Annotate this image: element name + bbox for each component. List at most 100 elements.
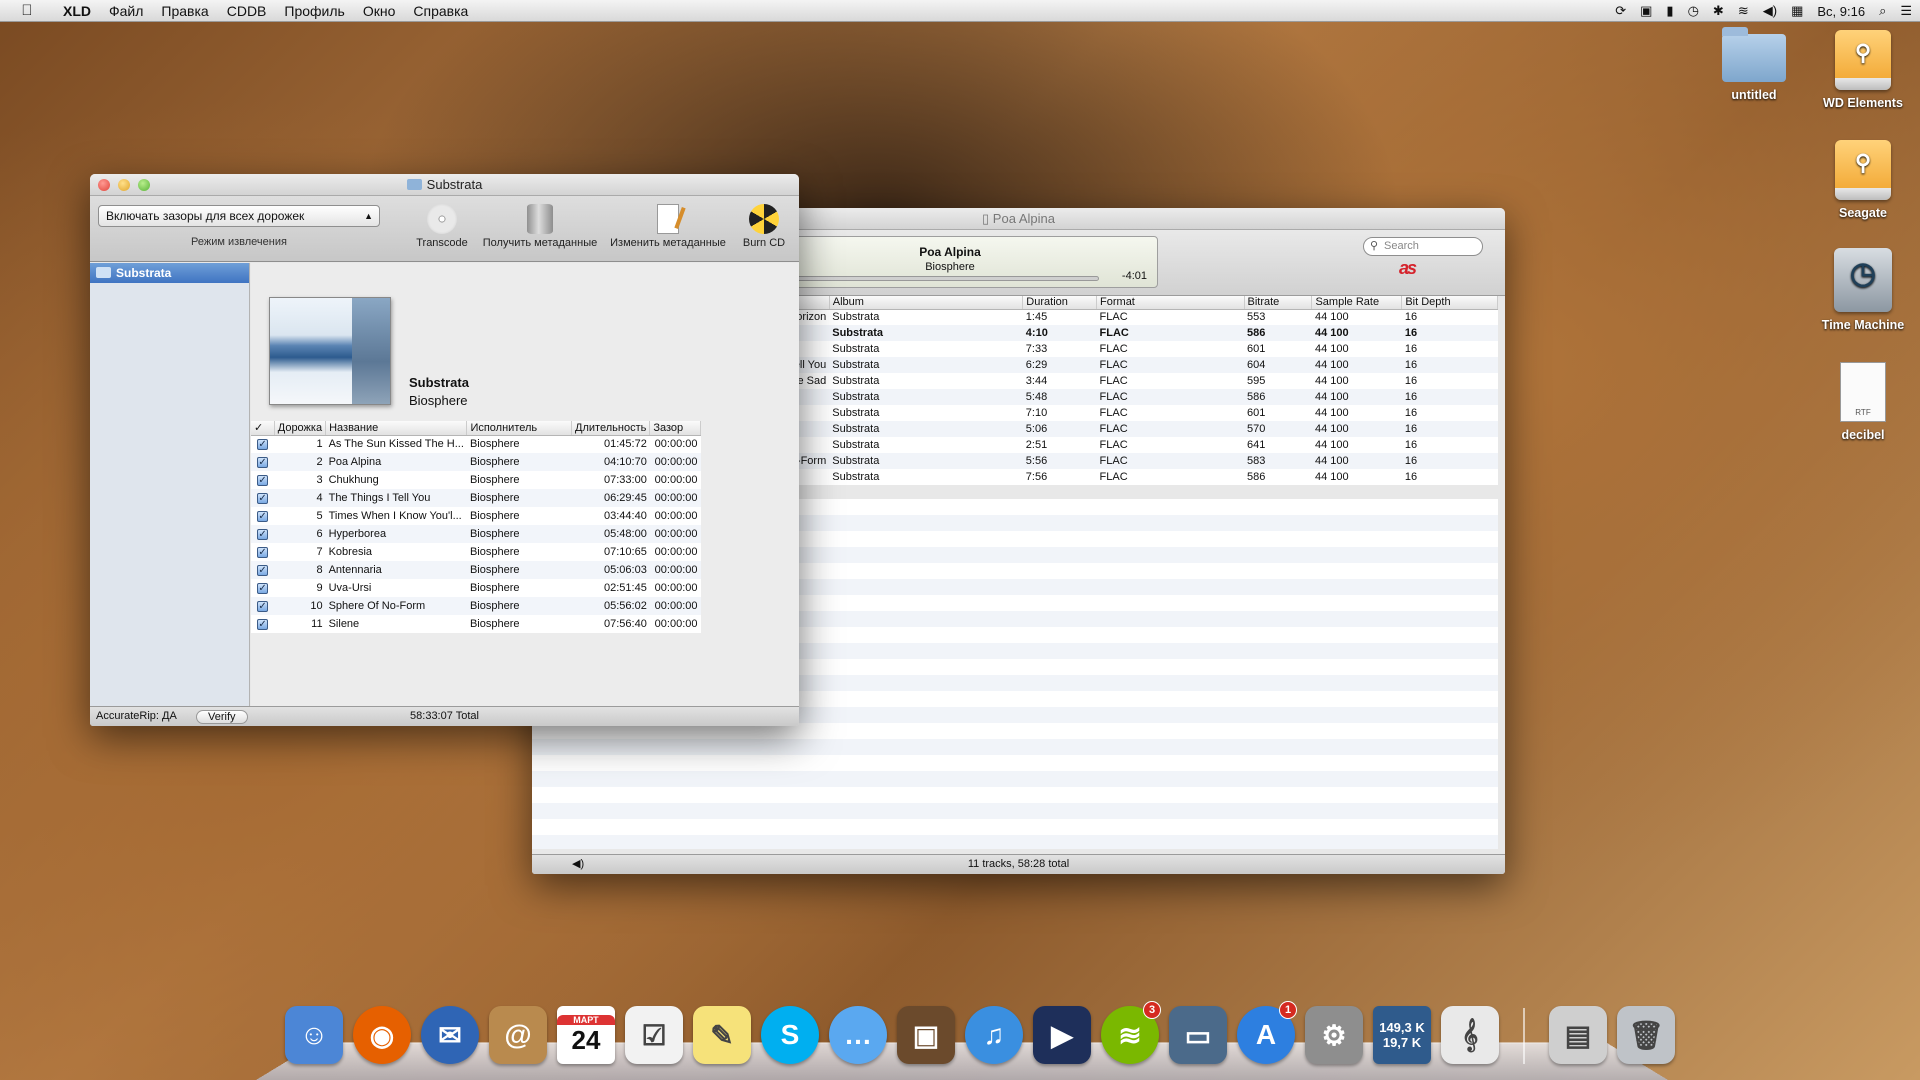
table-row[interactable]: ✓ 4 The Things I Tell You Biosphere 06:29:45… [251,489,701,507]
battery-icon[interactable]: ▮ [1666,3,1673,19]
column-header[interactable]: Зазор [649,421,701,436]
table-row[interactable]: ✓ 8 Antennaria Biosphere 05:06:03 00:00:00 [251,561,701,579]
skype-icon[interactable]: S [761,1006,819,1064]
column-header[interactable]: ✓ [251,421,275,436]
spotify-icon[interactable]: ≋ 3 [1101,1001,1161,1064]
search-field[interactable]: ⚲ Search [1363,237,1483,256]
desktop-icon-time-machine[interactable]: ◷ Time Machine [1808,248,1918,332]
table-row[interactable]: ✓ 1 As The Sun Kissed The H... Biosphere 01:… [251,435,701,453]
iphoto-icon[interactable]: ▣ [897,1006,955,1064]
track-checkbox[interactable]: ✓ [257,439,269,451]
track-checkbox[interactable]: ✓ [257,511,269,522]
trash-icon[interactable]: 🗑 [1617,1006,1675,1064]
thunderbird-icon[interactable]: ✉ [421,1006,479,1064]
lastfm-icon[interactable]: as [1399,258,1417,279]
minimize-button[interactable] [118,179,130,191]
music-score-icon[interactable]: 𝄞 [1441,1006,1499,1064]
firefox-icon[interactable]: ◉ [353,1006,411,1064]
column-header[interactable]: Исполнитель [466,421,573,436]
sidebar-item-substrata[interactable]: Substrata [90,263,249,283]
wifi-icon[interactable]: ≋ [1738,3,1749,19]
apple-menu-icon[interactable]:  [0,2,54,19]
track-checkbox[interactable]: ✓ [257,619,269,630]
column-header[interactable]: Bit Depth [1401,296,1498,310]
progress-bar[interactable] [755,276,1099,281]
close-button[interactable] [98,179,110,191]
quicktime-icon[interactable]: ▶ [1033,1006,1091,1064]
xld-window: Substrata Включать зазоры для всех дорож… [90,174,799,726]
format: FLAC [1099,439,1128,451]
table-row[interactable]: ✓ 6 Hyperborea Biosphere 05:48:00 00:00:00 [251,525,701,543]
address-book-icon[interactable]: @ [489,1006,547,1064]
menu-item-7[interactable]: Справка [404,0,477,22]
app-store-icon[interactable]: A1 [1237,1001,1297,1064]
table-row[interactable]: ✓ 11 Silene Biosphere 07:56:40 00:00:00 [251,615,701,633]
menu-clock[interactable]: Вс, 9:16 [1817,4,1865,19]
reminders-icon[interactable]: ☑ [625,1006,683,1064]
table-row[interactable]: ✓ 9 Uva-Ursi Biosphere 02:51:45 00:00:00 [251,579,701,597]
column-header[interactable]: Дорожка [274,421,327,436]
table-row[interactable]: ✓ 10 Sphere Of No-Form Biosphere 05:56:02 00:… [251,597,701,615]
transcode-button[interactable]: Transcode [412,204,472,249]
menu-item-5[interactable]: Профиль [275,0,353,22]
track-checkbox[interactable]: ✓ [257,529,269,540]
table-row[interactable]: ✓ 5 Times When I Know You'l... Biosphere 03:… [251,507,701,525]
column-header[interactable]: Album [829,296,1024,310]
column-header[interactable]: Название [325,421,468,436]
system-preferences-icon[interactable]: ⚙ [1305,1006,1363,1064]
burn-cd-button[interactable]: Burn CD [736,204,792,249]
track-checkbox[interactable]: ✓ [257,457,269,468]
desktop-icon-untitled[interactable]: untitled [1699,27,1809,102]
lock-icon[interactable]: ▣ [1640,3,1652,19]
rip-mode-select[interactable]: Включать зазоры для всех дорожек ▲ [98,205,380,227]
bluetooth-icon[interactable]: ✱ [1713,3,1724,19]
finder-icon[interactable]: ☺ [285,1006,343,1064]
itunes-icon[interactable]: ♫ [965,1006,1023,1064]
spotlight-search-icon[interactable]: ⌕ [1879,3,1886,19]
column-header[interactable]: Bitrate [1244,296,1313,310]
table-row[interactable]: ✓ 7 Kobresia Biosphere 07:10:65 00:00:00 [251,543,701,561]
menu-item-1[interactable]: XLD [54,0,100,22]
track-artist: Biosphere [469,582,520,594]
documents-stack-icon[interactable]: ▤ [1549,1006,1607,1064]
menu-item-4[interactable]: CDDB [218,0,276,22]
desktop-icon-wd-elements[interactable]: ⚲ WD Elements [1808,30,1918,110]
stickies-icon[interactable]: ✎ [693,1006,751,1064]
get-metadata-button[interactable]: Получить метаданные [478,204,602,249]
zoom-button[interactable] [138,179,150,191]
column-header[interactable]: Duration [1022,296,1098,310]
track-checkbox[interactable]: ✓ [257,547,269,558]
menu-item-6[interactable]: Окно [354,0,405,22]
track-checkbox[interactable]: ✓ [257,565,269,576]
column-header[interactable]: Sample Rate [1311,296,1403,310]
list-icon[interactable]: ☰ [1900,3,1912,19]
track-checkbox[interactable]: ✓ [257,475,269,486]
clock-icon[interactable]: ◷ [1688,3,1699,19]
menu-item-3[interactable]: Правка [152,0,217,22]
track-checkbox[interactable]: ✓ [257,583,269,594]
sync-icon[interactable]: ⟳ [1615,3,1626,19]
track-checkbox[interactable]: ✓ [257,493,269,504]
album-cover [269,297,391,405]
volume-icon[interactable]: ◀) [1763,3,1777,19]
table-row[interactable]: ✓ 3 Chukhung Biosphere 07:33:00 00:00:00 [251,471,701,489]
bit-depth: 16 [1404,311,1418,324]
column-header[interactable]: Format [1096,296,1245,310]
menu-item-2[interactable]: Файл [100,0,152,22]
edit-metadata-button[interactable]: Изменить метаданные [606,204,730,249]
column-header[interactable]: Длительность [571,421,651,436]
messages-icon[interactable]: … [829,1006,887,1064]
volume-icon[interactable]: ◀) [572,855,584,874]
network-monitor-icon[interactable]: 149,3 K 19,7 K [1373,1006,1431,1064]
calendar-icon[interactable]: МАРТ 24 [557,1006,615,1064]
xld-titlebar[interactable]: Substrata [90,174,799,196]
track-artist: Biosphere [466,597,572,615]
screen-sharing-icon[interactable]: ▭ [1169,1006,1227,1064]
desktop-icon-decibel[interactable]: RTF decibel [1808,362,1918,442]
desktop-icon-seagate[interactable]: ⚲ Seagate [1808,140,1918,220]
track-number: 2 [274,453,326,471]
track-artist: Biosphere [466,453,572,471]
track-checkbox[interactable]: ✓ [257,601,269,612]
flag-icon[interactable]: ▦ [1791,3,1803,19]
table-row[interactable]: ✓ 2 Poa Alpina Biosphere 04:10:70 00:00:00 [251,453,701,471]
